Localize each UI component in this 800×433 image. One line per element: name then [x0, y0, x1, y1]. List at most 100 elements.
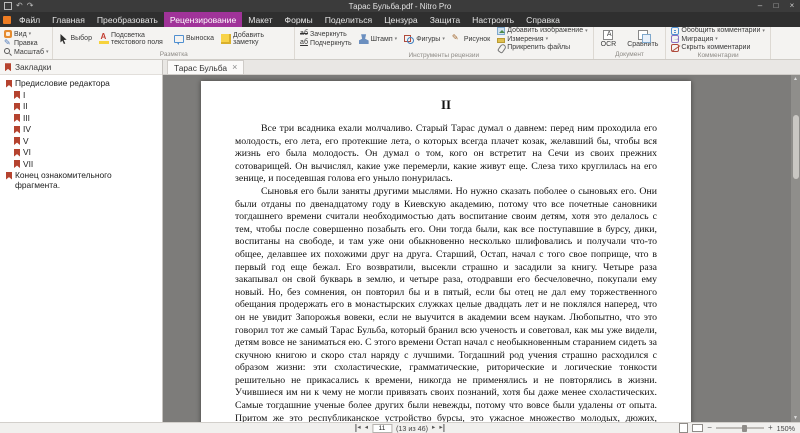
callout-button[interactable]: Выноска	[172, 35, 216, 43]
ribbon-tab-home[interactable]: Главная	[46, 12, 91, 27]
bookmark-icon	[14, 91, 20, 99]
ribbon-tab-review[interactable]: Рецензирование	[164, 12, 242, 27]
paragraph: Все три всадника ехали молчаливо. Старый…	[235, 123, 657, 186]
document-tab[interactable]: Тарас Бульба ×	[167, 60, 244, 74]
zoom-level: 150%	[777, 424, 795, 433]
bookmarks-icon	[5, 63, 11, 71]
measure-button[interactable]: Измерения▾	[495, 36, 589, 44]
bookmark-icon	[14, 103, 20, 111]
underline-button[interactable]: Подчеркнуть	[298, 40, 354, 48]
scrollbar-thumb[interactable]	[793, 115, 799, 179]
summarize-icon	[671, 27, 679, 35]
pdf-page[interactable]: II Все три всадника ехали молчаливо. Ста…	[201, 81, 691, 422]
vertical-scrollbar[interactable]: ▲ ▼	[791, 75, 800, 422]
ribbon-tab-convert[interactable]: Преобразовать	[91, 12, 164, 27]
zoom-slider[interactable]	[716, 427, 764, 429]
migration-button[interactable]: Миграция▾	[669, 36, 767, 44]
bookmarks-panel: Закладки Предисловие редактораIIIIIIIVVV…	[0, 60, 163, 422]
first-page-button[interactable]: ◂	[355, 424, 360, 432]
attach-files-button[interactable]: Прикрепить файлы	[495, 44, 589, 52]
document-tab-close-icon[interactable]: ×	[232, 63, 237, 72]
document-tab-label: Тарас Бульба	[174, 63, 227, 73]
chevron-down-icon: ▾	[29, 31, 32, 37]
bookmark-item[interactable]: Конец ознакомительного фрагмента.	[0, 170, 162, 191]
maximize-button[interactable]: □	[768, 0, 784, 12]
page-number-input[interactable]: 11	[372, 424, 392, 433]
ribbon-tab-layout[interactable]: Макет	[242, 12, 278, 27]
ribbon-tab-bar: ФайлГлавнаяПреобразоватьРецензированиеМа…	[0, 12, 800, 27]
quick-access-toolbar: ↶ ↷	[0, 2, 33, 10]
ribbon-tab-share[interactable]: Поделиться	[319, 12, 378, 27]
ocr-button[interactable]: OCR	[597, 30, 621, 48]
view-tool-button[interactable]: Вид▾	[4, 30, 48, 38]
bookmark-icon	[14, 160, 20, 168]
ribbon-group-label: Документ	[597, 51, 663, 59]
bookmark-icon	[14, 137, 20, 145]
chevron-down-icon: ▾	[395, 36, 398, 42]
image-icon	[497, 27, 505, 35]
scroll-up-icon[interactable]: ▲	[791, 75, 800, 83]
select-button[interactable]: Выбор	[56, 34, 94, 44]
bookmarks-panel-header: Закладки	[0, 60, 162, 75]
compare-button[interactable]: Сравнить	[623, 30, 662, 48]
view-icon	[4, 30, 12, 38]
bookmark-item[interactable]: VI	[0, 147, 162, 159]
minimize-button[interactable]: –	[752, 0, 768, 12]
highlight-text-field-button[interactable]: Подсветка текстового поля	[97, 32, 169, 46]
hidecomments-icon	[671, 44, 679, 52]
ribbon-tab-redact[interactable]: Цензура	[378, 12, 424, 27]
shapes-button[interactable]: Фигуры▾	[402, 34, 447, 44]
bookmark-item[interactable]: Предисловие редактора	[0, 78, 162, 90]
ribbon-tab-file[interactable]: Файл	[13, 12, 46, 27]
zoom-out-button[interactable]: −	[707, 424, 712, 432]
bookmark-item[interactable]: IV	[0, 124, 162, 136]
drawing-button[interactable]: Рисунок	[450, 34, 492, 44]
save-icon[interactable]	[4, 2, 12, 10]
undo-icon[interactable]: ↶	[16, 2, 23, 10]
zoom-tool-button[interactable]: Масштаб▾	[4, 48, 48, 56]
summarize-comments-button[interactable]: Обобщить комментарии▾	[669, 27, 767, 35]
last-page-button[interactable]: ▸	[439, 424, 444, 432]
scroll-down-icon[interactable]: ▼	[791, 414, 800, 422]
bookmark-item[interactable]: III	[0, 113, 162, 125]
document-viewport[interactable]: II Все три всадника ехали молчаливо. Ста…	[163, 75, 800, 422]
add-image-button[interactable]: Добавить изображение▾	[495, 27, 589, 35]
chevron-down-icon: ▾	[546, 36, 549, 42]
compare-icon	[638, 30, 648, 40]
zoom-in-button[interactable]: +	[768, 424, 773, 432]
close-button[interactable]: ×	[784, 0, 800, 12]
redo-icon[interactable]: ↷	[27, 2, 34, 10]
migrate-icon	[671, 35, 679, 43]
ribbon-left-tools: Вид▾ПравкаМасштаб▾	[0, 27, 53, 59]
fit-width-icon[interactable]	[692, 424, 703, 432]
ribbon-tab-help[interactable]: Справка	[520, 12, 566, 27]
edit-tool-button[interactable]: Правка	[4, 39, 48, 47]
fit-page-icon[interactable]	[679, 423, 688, 433]
bookmarks-list: Предисловие редактораIIIIIIIVVVIVIIКонец…	[0, 75, 162, 422]
bookmark-item[interactable]: I	[0, 90, 162, 102]
add-note-button[interactable]: Добавить заметку	[219, 32, 291, 46]
ribbon-group-label: Разметка	[56, 51, 291, 59]
paragraph: Сыновья его были заняты другими мыслями.…	[235, 186, 657, 422]
underline-icon	[300, 40, 308, 48]
ribbon-tab-protect[interactable]: Защита	[424, 12, 466, 27]
callout-icon	[174, 35, 184, 43]
hide-comments-button[interactable]: Скрыть комментарии	[669, 44, 767, 52]
previous-page-button[interactable]: ◂	[365, 424, 368, 432]
ribbon: Вид▾ПравкаМасштаб▾ ВыборПодсветка тексто…	[0, 27, 800, 60]
shapes-icon	[404, 34, 414, 44]
ribbon-tab-customize[interactable]: Настроить	[466, 12, 520, 27]
bookmark-item[interactable]: II	[0, 101, 162, 113]
ribbon-group-label: Инструменты рецензии	[298, 52, 590, 60]
chevron-down-icon: ▾	[46, 49, 49, 55]
next-page-button[interactable]: ▸	[432, 424, 435, 432]
bookmark-item[interactable]: VII	[0, 159, 162, 171]
stamp-button[interactable]: Штамп▾	[357, 34, 400, 44]
nitro-logo-icon	[0, 12, 13, 27]
ribbon-tab-forms[interactable]: Формы	[279, 12, 319, 27]
zoom-slider-thumb[interactable]	[742, 425, 747, 432]
bookmark-item[interactable]: V	[0, 136, 162, 148]
bookmark-icon	[6, 172, 12, 180]
bookmark-icon	[6, 80, 12, 88]
ocr-icon	[603, 30, 613, 40]
